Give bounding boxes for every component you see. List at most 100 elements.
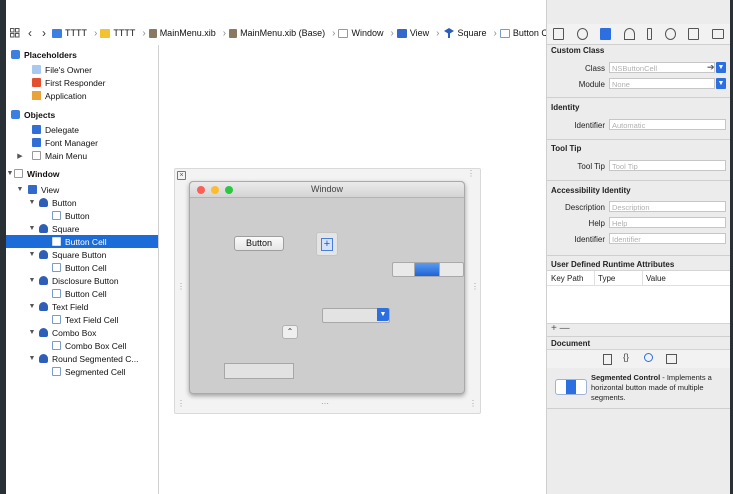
disclosure-button[interactable]: ⌃ xyxy=(282,325,298,339)
outline-section-placeholders[interactable]: Placeholders xyxy=(6,48,158,61)
jump-item-view[interactable]: View xyxy=(396,28,429,38)
outline-item-first-responder[interactable]: First Responder xyxy=(6,76,158,89)
outline-item-files-owner[interactable]: File's Owner xyxy=(6,63,158,76)
outline-item-round-segmented[interactable]: ▼ Round Segmented C... xyxy=(6,352,158,365)
round-segmented-control[interactable] xyxy=(392,262,464,277)
media-library-icon[interactable] xyxy=(666,354,677,364)
disclosure-triangle-open-icon[interactable]: ▼ xyxy=(28,251,36,258)
add-remove-buttons[interactable]: + — xyxy=(551,323,570,334)
class-field[interactable]: NSButtonCell xyxy=(609,62,715,73)
resize-handle-icon[interactable]: ⋮ xyxy=(469,399,477,408)
outline-item-view[interactable]: ▼ View xyxy=(6,183,158,196)
attributes-inspector-icon[interactable] xyxy=(623,28,635,40)
outline-item-disclosure-button[interactable]: ▼ Disclosure Button xyxy=(6,274,158,287)
runtime-attributes-table[interactable]: Key Path Type Value xyxy=(547,270,730,324)
outline-item-button-cell-1[interactable]: Button xyxy=(6,209,158,222)
outline-item-delegate[interactable]: Delegate xyxy=(6,123,158,136)
outline-item-button[interactable]: ▼ Button xyxy=(6,196,158,209)
push-button[interactable]: Button xyxy=(234,236,284,251)
outline-item-application[interactable]: Application xyxy=(6,89,158,102)
module-field[interactable]: None xyxy=(609,78,715,89)
text-field[interactable] xyxy=(224,363,294,379)
outline-label: Square Button xyxy=(52,249,107,260)
resize-handle-icon[interactable]: ⋮ xyxy=(467,169,475,178)
outline-item-segmented-cell[interactable]: Segmented Cell xyxy=(6,365,158,378)
help-field[interactable]: Help xyxy=(609,217,726,228)
bindings-inspector-icon[interactable] xyxy=(688,28,700,40)
description-field[interactable]: Description xyxy=(609,201,726,212)
identity-inspector-icon[interactable] xyxy=(600,28,612,40)
resize-handle-icon[interactable]: ⋯ xyxy=(321,399,329,408)
square-button[interactable]: + xyxy=(316,232,338,256)
code-snippet-icon[interactable]: {} xyxy=(623,352,629,362)
disclosure-triangle-open-icon[interactable]: ▼ xyxy=(28,277,36,284)
column-header-keypath[interactable]: Key Path xyxy=(551,274,583,283)
resize-handle-icon[interactable]: ⋮ xyxy=(177,399,185,408)
button-cell-selected[interactable]: + xyxy=(321,238,333,251)
close-scene-icon[interactable]: × xyxy=(177,171,186,180)
outline-item-text-field-cell[interactable]: Text Field Cell xyxy=(6,313,158,326)
disclosure-triangle-open-icon[interactable]: ▼ xyxy=(6,170,14,177)
disclosure-triangle-open-icon[interactable]: ▼ xyxy=(28,329,36,336)
arrow-circle-icon[interactable]: ➔ xyxy=(707,62,715,73)
outline-item-button-cell-2[interactable]: Button Cell xyxy=(6,261,158,274)
outline-section-window[interactable]: ▼ Window xyxy=(6,167,158,180)
forward-arrow-icon[interactable]: › xyxy=(42,26,46,40)
outline-item-combo-box[interactable]: ▼ Combo Box xyxy=(6,326,158,339)
disclosure-triangle-open-icon[interactable]: ▼ xyxy=(28,355,36,362)
minimize-traffic-light-icon[interactable] xyxy=(211,186,219,194)
chevron-down-icon[interactable]: ▼ xyxy=(716,62,726,73)
jump-item-xib[interactable]: MainMenu.xib xyxy=(148,28,216,38)
disclosure-triangle-open-icon[interactable]: ▼ xyxy=(16,186,24,193)
object-library-icon[interactable] xyxy=(644,353,653,362)
jump-item-xib-base[interactable]: MainMenu.xib (Base) xyxy=(229,28,325,38)
grid-icon[interactable] xyxy=(10,28,20,38)
size-inspector-icon[interactable] xyxy=(647,28,653,40)
disclosure-triangle-open-icon[interactable]: ▼ xyxy=(28,225,36,232)
disclosure-triangle-open-icon[interactable]: ▼ xyxy=(28,303,36,310)
jump-item-window[interactable]: Window xyxy=(338,28,383,38)
identifier-field[interactable]: Automatic xyxy=(609,119,726,130)
cube-icon xyxy=(32,65,41,74)
chevron-down-icon[interactable]: ▼ xyxy=(377,308,389,321)
back-arrow-icon[interactable]: ‹ xyxy=(28,26,32,40)
outline-item-square[interactable]: ▼ Square xyxy=(6,222,158,235)
zoom-traffic-light-icon[interactable] xyxy=(225,186,233,194)
tooltip-field[interactable]: Tool Tip xyxy=(609,160,726,171)
designed-window[interactable]: Window Button + ▼ ⌃ xyxy=(189,181,465,394)
outline-label: Button xyxy=(65,210,90,221)
library-item-segmented-control[interactable]: Segmented Control - Implements a horizon… xyxy=(547,368,730,408)
accessibility-identifier-field[interactable]: Identifier xyxy=(609,233,726,244)
chevron-down-icon[interactable]: ▼ xyxy=(716,78,726,89)
outline-item-button-cell-3[interactable]: Button Cell xyxy=(6,287,158,300)
outline-item-text-field[interactable]: ▼ Text Field xyxy=(6,300,158,313)
segment-selected[interactable] xyxy=(415,263,439,276)
disclosure-triangle-closed-icon[interactable]: ▶ xyxy=(16,152,24,160)
jump-item-folder[interactable]: TTTT xyxy=(100,28,135,38)
segment-fill xyxy=(566,380,576,394)
library-item-description: Segmented Control - Implements a horizon… xyxy=(591,373,727,403)
connections-inspector-icon[interactable] xyxy=(664,28,676,40)
window-titlebar[interactable]: Window xyxy=(190,182,464,198)
resize-handle-icon[interactable]: ⋮ xyxy=(471,282,479,291)
outline-item-font-manager[interactable]: Font Manager xyxy=(6,136,158,149)
outline-section-objects[interactable]: Objects xyxy=(6,108,158,121)
file-inspector-icon[interactable] xyxy=(553,28,565,40)
resize-handle-icon[interactable]: ⋮ xyxy=(177,282,185,291)
effects-inspector-icon[interactable] xyxy=(711,29,724,39)
outline-item-main-menu[interactable]: ▶ Main Menu xyxy=(6,149,158,162)
help-inspector-icon[interactable] xyxy=(576,28,588,40)
outline-item-combo-box-cell[interactable]: Combo Box Cell xyxy=(6,339,158,352)
jump-item-square[interactable]: Square xyxy=(443,28,487,38)
file-template-icon[interactable] xyxy=(603,354,612,365)
outline-item-button-cell-selected[interactable]: Button Cell xyxy=(6,235,158,248)
module-label: Module xyxy=(578,80,605,89)
jump-item-project[interactable]: TTTT xyxy=(52,28,87,38)
close-traffic-light-icon[interactable] xyxy=(197,186,205,194)
combo-box[interactable]: ▼ xyxy=(322,308,390,323)
disclosure-triangle-open-icon[interactable]: ▼ xyxy=(28,199,36,206)
accessibility-identifier-placeholder: Identifier xyxy=(612,235,641,244)
column-header-value[interactable]: Value xyxy=(646,274,666,283)
column-header-type[interactable]: Type xyxy=(598,274,615,283)
outline-item-square-button[interactable]: ▼ Square Button xyxy=(6,248,158,261)
